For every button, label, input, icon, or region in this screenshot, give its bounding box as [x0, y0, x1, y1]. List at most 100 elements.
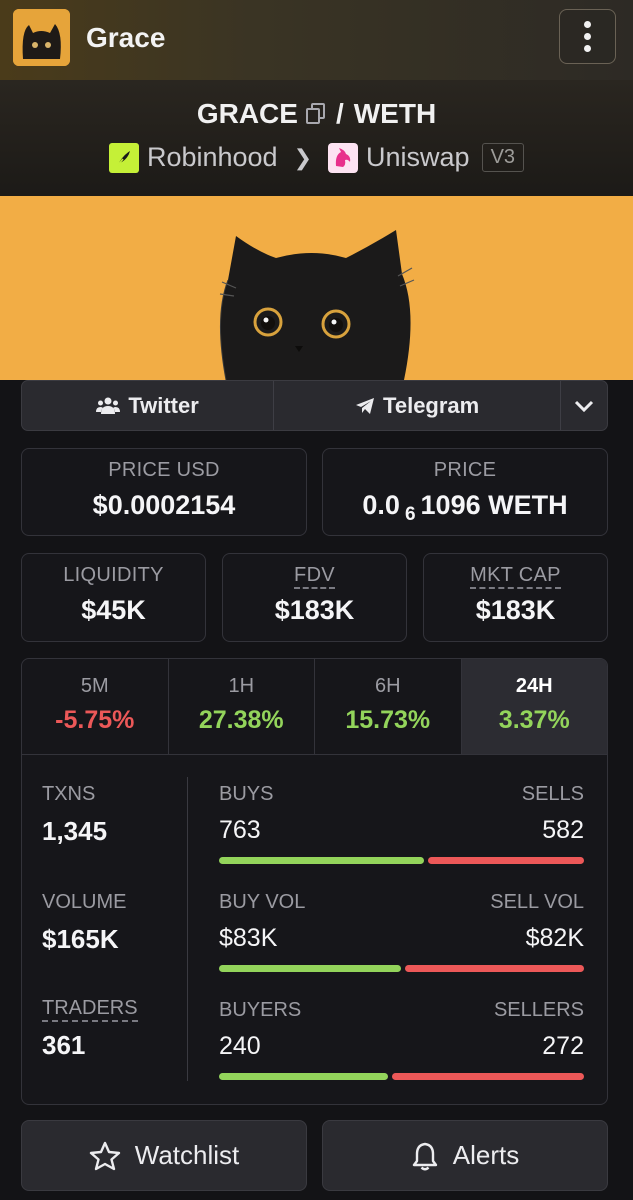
buys-label: BUYS: [219, 783, 274, 805]
buys-value: 763: [219, 816, 261, 844]
twitter-button[interactable]: Twitter: [22, 381, 275, 430]
robinhood-feather-icon: [108, 142, 139, 173]
base-token: GRACE: [196, 98, 298, 129]
social-links: Twitter Telegram: [21, 380, 608, 431]
chevron-right-icon: ❯: [293, 144, 313, 170]
version-badge: V3: [481, 143, 525, 172]
telegram-button[interactable]: Telegram: [274, 381, 562, 430]
bell-icon: [412, 1142, 437, 1170]
tab-5m[interactable]: 5M -5.75%: [22, 659, 169, 754]
quote-token: WETH: [353, 98, 437, 129]
chain-link[interactable]: Robinhood: [147, 142, 278, 173]
watchlist-label: Watchlist: [134, 1140, 240, 1170]
price-change: 3.37%: [498, 706, 570, 734]
price-usd-card: PRICE USD $0.0002154: [21, 448, 307, 536]
liquidity-label: LIQUIDITY: [63, 564, 164, 586]
sell-vol-label: SELL VOL: [490, 891, 584, 913]
sellers-value: 272: [542, 1032, 584, 1060]
sellers-label: SELLERS: [493, 999, 584, 1021]
mktcap-label: MKT CAP: [470, 564, 561, 589]
buy-fill: [219, 965, 401, 972]
pair-header: GRACE / WETH Robinhood ❯ Uniswap V3: [0, 80, 633, 196]
price-native-digits: 1096 WETH: [420, 490, 568, 520]
dex-breadcrumb: Robinhood ❯ Uniswap V3: [0, 142, 633, 173]
tab-6h[interactable]: 6H 15.73%: [315, 659, 462, 754]
buy-vol-value: $83K: [219, 924, 278, 952]
fdv-label: FDV: [294, 564, 335, 589]
buys-sells-bar: [219, 857, 584, 864]
tab-24h[interactable]: 24H 3.37%: [461, 659, 607, 754]
volume-split-row: BUY VOL SELL VOL $83K $82K: [219, 891, 584, 972]
volume-split-bar: [219, 965, 584, 972]
stats-divider: [187, 777, 188, 1081]
price-usd-value: $0.0002154: [92, 490, 236, 520]
star-icon: [89, 1141, 120, 1170]
black-cat-illustration: [219, 230, 415, 380]
traders-value: 361: [42, 1030, 86, 1060]
chevron-down-icon: [575, 400, 594, 412]
token-logo[interactable]: [13, 9, 70, 66]
price-change: 27.38%: [198, 706, 284, 734]
price-change: -5.75%: [55, 706, 135, 734]
volume-value: $165K: [42, 924, 119, 954]
kebab-menu-icon: [584, 21, 591, 28]
mktcap-value: $183K: [475, 595, 556, 625]
cat-icon: [13, 9, 70, 66]
price-native-zero-count: 6: [404, 504, 416, 525]
tab-label: 24H: [515, 675, 553, 697]
pair-separator: /: [335, 98, 344, 129]
txns-stat: TXNS 1,345: [42, 783, 107, 847]
price-change: 15.73%: [345, 706, 431, 734]
more-links-button[interactable]: [561, 381, 607, 430]
tab-1h[interactable]: 1H 27.38%: [169, 659, 315, 754]
sells-value: 582: [542, 816, 584, 844]
copy-icon[interactable]: [304, 103, 326, 125]
buy-fill: [219, 1073, 389, 1080]
users-icon: [96, 397, 121, 414]
price-native-card: PRICE 0.0 6 1096 WETH: [322, 448, 608, 536]
volume-stat: VOLUME $165K: [42, 891, 126, 955]
sell-fill: [392, 1073, 584, 1080]
tab-label: 1H: [228, 675, 255, 697]
price-usd-label: PRICE USD: [108, 459, 220, 481]
kebab-menu-button[interactable]: [559, 9, 616, 64]
sell-vol-value: $82K: [525, 924, 584, 952]
period-tabs: 5M -5.75% 1H 27.38% 6H 15.73% 24H 3.37%: [22, 659, 607, 755]
price-native-value: 0.0 6 1096 WETH: [323, 490, 607, 525]
pair-title: GRACE / WETH: [0, 98, 633, 130]
sell-fill: [427, 857, 584, 864]
liquidity-value: $45K: [81, 595, 146, 625]
buyers-sellers-row: BUYERS SELLERS 240 272: [219, 999, 584, 1080]
txns-value: 1,345: [42, 816, 108, 846]
dex-link[interactable]: Uniswap: [366, 142, 470, 173]
price-native-label: PRICE: [433, 459, 497, 481]
twitter-label: Twitter: [128, 392, 199, 418]
txns-label: TXNS: [42, 783, 96, 805]
volume-label: VOLUME: [42, 891, 127, 913]
app-header: Grace: [0, 0, 633, 80]
buyers-value: 240: [219, 1032, 261, 1060]
liquidity-card: LIQUIDITY $45K: [21, 553, 206, 642]
alerts-button[interactable]: Alerts: [322, 1120, 608, 1191]
tab-label: 5M: [80, 675, 109, 697]
buyers-label: BUYERS: [219, 999, 302, 1021]
traders-label: TRADERS: [42, 997, 138, 1022]
token-banner: [0, 196, 633, 380]
traders-stat[interactable]: TRADERS 361: [42, 997, 138, 1061]
kebab-dot: [584, 33, 591, 40]
mktcap-card[interactable]: MKT CAP $183K: [423, 553, 608, 642]
tab-label: 6H: [374, 675, 401, 697]
uniswap-unicorn-icon: [328, 142, 359, 173]
sells-label: SELLS: [521, 783, 584, 805]
kebab-dot: [584, 45, 591, 52]
telegram-icon: [356, 397, 375, 414]
buys-sells-row: BUYS SELLS 763 582: [219, 783, 584, 864]
alerts-label: Alerts: [452, 1140, 520, 1170]
trading-stats: 5M -5.75% 1H 27.38% 6H 15.73% 24H 3.37% …: [21, 658, 608, 1105]
price-native-prefix: 0.0: [362, 490, 400, 520]
buyers-sellers-bar: [219, 1073, 584, 1080]
app-title: Grace: [86, 22, 166, 53]
fdv-card[interactable]: FDV $183K: [222, 553, 407, 642]
buy-fill: [219, 857, 424, 864]
watchlist-button[interactable]: Watchlist: [21, 1120, 307, 1191]
